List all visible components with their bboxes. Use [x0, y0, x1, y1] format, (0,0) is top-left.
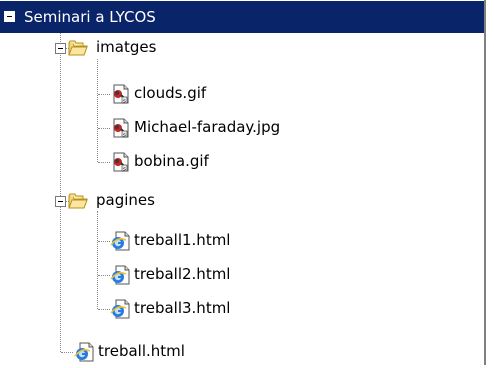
file-label: treball2.html	[134, 265, 231, 283]
collapse-minus-icon[interactable]	[55, 196, 66, 207]
folder-label: imatges	[96, 38, 157, 56]
tree-folder-pagines[interactable]: pagines	[68, 185, 268, 217]
file-label: bobina.gif	[134, 152, 209, 170]
image-file-icon	[113, 118, 129, 138]
folder-tree-panel: Seminari a LYCOS imatges clouds.gif Mich…	[0, 0, 486, 365]
tree-folder-imatges[interactable]: imatges	[68, 32, 268, 64]
html-file-icon	[74, 342, 94, 362]
tree-file-clouds[interactable]: clouds.gif	[110, 78, 310, 110]
tree-connector-line	[98, 94, 110, 95]
file-label: treball3.html	[134, 299, 231, 317]
tree-file-treball[interactable]: treball.html	[74, 336, 274, 368]
tree-file-bobina[interactable]: bobina.gif	[110, 146, 310, 178]
tree-root-row[interactable]: Seminari a LYCOS	[0, 1, 484, 33]
tree-connector-line	[98, 162, 110, 163]
image-file-icon	[113, 84, 129, 104]
tree-file-michael-faraday[interactable]: Michael-faraday.jpg	[110, 112, 350, 144]
file-label: clouds.gif	[134, 84, 207, 102]
folder-open-icon	[68, 193, 88, 209]
folder-open-icon	[68, 40, 88, 56]
collapse-minus-icon[interactable]	[55, 43, 66, 54]
tree-root-label: Seminari a LYCOS	[24, 8, 156, 26]
file-label: treball1.html	[134, 231, 231, 249]
file-label: treball.html	[98, 342, 185, 360]
collapse-minus-icon[interactable]	[4, 11, 15, 22]
tree-connector-line	[60, 33, 61, 352]
tree-connector-line	[61, 352, 73, 353]
tree-file-treball1[interactable]: treball1.html	[110, 225, 310, 257]
tree-connector-line	[98, 241, 110, 242]
tree-file-treball2[interactable]: treball2.html	[110, 259, 310, 291]
tree-connector-line	[98, 275, 110, 276]
html-file-icon	[110, 231, 130, 251]
tree-connector-line	[97, 211, 98, 309]
file-label: Michael-faraday.jpg	[134, 118, 281, 136]
html-file-icon	[110, 265, 130, 285]
tree-connector-line	[98, 128, 110, 129]
tree-file-treball3[interactable]: treball3.html	[110, 293, 310, 325]
tree-connector-line	[98, 309, 110, 310]
tree-connector-line	[97, 59, 98, 162]
html-file-icon	[110, 299, 130, 319]
image-file-icon	[113, 152, 129, 172]
folder-label: pagines	[96, 191, 155, 209]
